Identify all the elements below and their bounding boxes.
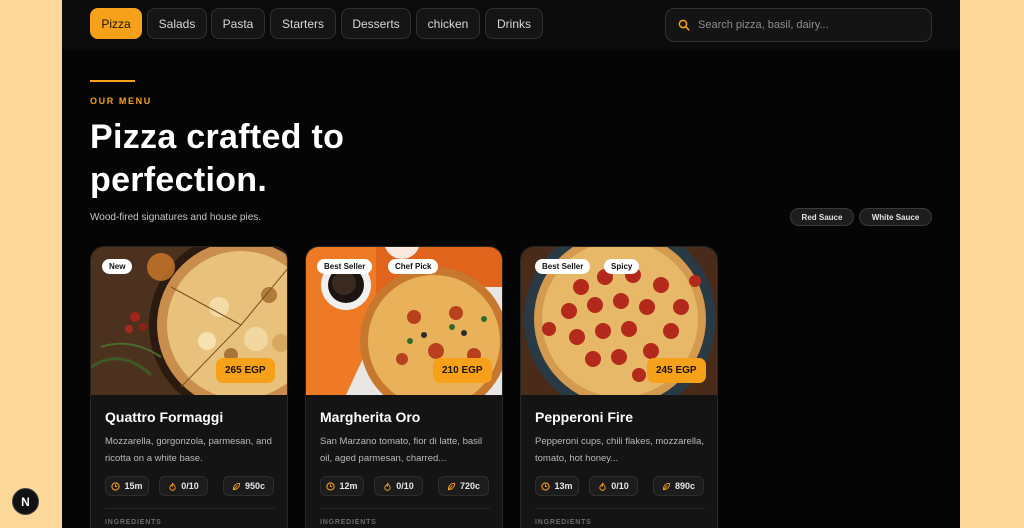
ingredients-label: INGREDIENTS	[320, 519, 377, 526]
category-tab-desserts[interactable]: Desserts	[341, 8, 411, 39]
badge-chef-pick: Chef Pick	[388, 259, 439, 274]
leaf-icon	[662, 482, 671, 490]
flame-icon	[384, 482, 391, 491]
card-divider	[105, 508, 275, 509]
clock-icon	[541, 481, 551, 491]
page-title-line-1: Pizza crafted to	[90, 118, 345, 156]
category-bar: Pizza Salads Pasta Starters Desserts chi…	[62, 0, 960, 50]
menu-card-margherita-oro[interactable]: Best Seller Chef Pick 210 EGP Margherita…	[305, 246, 503, 528]
calories-value: 950c	[244, 481, 266, 491]
spice-level: 0/10	[159, 476, 208, 496]
card-title: Margherita Oro	[320, 409, 421, 425]
badge-best-seller: Best Seller	[317, 259, 373, 274]
page-title: Pizza crafted to perfection.	[90, 116, 344, 202]
category-tab-chicken[interactable]: chicken	[416, 8, 480, 39]
card-divider	[320, 508, 490, 509]
section-eyebrow: OUR MENU	[90, 96, 152, 106]
spice-level: 0/10	[589, 476, 638, 496]
category-tab-drinks[interactable]: Drinks	[485, 8, 543, 39]
card-description: Mozzarella, gorgonzola, parmesan, and ri…	[105, 436, 272, 464]
ingredients-label: INGREDIENTS	[105, 519, 162, 526]
menu-card-quattro-formaggi[interactable]: New 265 EGP Quattro Formaggi Mozzarella,…	[90, 246, 288, 528]
card-title: Quattro Formaggi	[105, 409, 224, 425]
search-box[interactable]	[665, 8, 932, 42]
category-tab-salads[interactable]: Salads	[147, 8, 207, 39]
menu-page: Pizza Salads Pasta Starters Desserts chi…	[62, 0, 960, 528]
prep-time-value: 13m	[554, 481, 573, 491]
clock-icon	[326, 481, 336, 491]
prep-time: 12m	[320, 476, 364, 496]
page-title-line-2: perfection.	[90, 161, 268, 199]
search-icon	[678, 19, 690, 31]
card-title: Pepperoni Fire	[535, 409, 634, 425]
accent-divider	[90, 80, 135, 82]
filter-chip-red-sauce[interactable]: Red Sauce	[790, 208, 854, 226]
ingredients-label: INGREDIENTS	[535, 519, 592, 526]
flame-icon	[169, 482, 176, 491]
category-tab-starters[interactable]: Starters	[270, 8, 336, 39]
flame-icon	[599, 482, 606, 491]
card-description: San Marzano tomato, fior di latte, basil…	[320, 436, 483, 464]
search-input[interactable]	[698, 19, 908, 31]
category-tab-pizza[interactable]: Pizza	[90, 8, 142, 39]
prep-time-value: 12m	[339, 481, 358, 491]
menu-card-pepperoni-fire[interactable]: Best Seller Spicy 245 EGP Pepperoni Fire…	[520, 246, 718, 528]
leaf-icon	[232, 482, 241, 490]
price-tag: 265 EGP	[216, 358, 275, 383]
category-tab-pasta[interactable]: Pasta	[211, 8, 265, 39]
card-description: Pepperoni cups, chili flakes, mozzarella…	[535, 436, 704, 464]
dev-tools-button[interactable]: N	[12, 488, 39, 515]
spice-level-value: 0/10	[611, 481, 629, 491]
calories: 890c	[653, 476, 704, 496]
calories-value: 890c	[674, 481, 696, 491]
calories: 950c	[223, 476, 274, 496]
filter-chip-white-sauce[interactable]: White Sauce	[859, 208, 932, 226]
clock-icon	[111, 481, 121, 491]
spice-level-value: 0/10	[396, 481, 414, 491]
prep-time: 15m	[105, 476, 149, 496]
prep-time-value: 15m	[124, 481, 143, 491]
badge-best-seller: Best Seller	[535, 259, 591, 274]
card-divider	[535, 508, 705, 509]
calories: 720c	[438, 476, 489, 496]
spice-level: 0/10	[374, 476, 423, 496]
spice-level-value: 0/10	[181, 481, 199, 491]
price-tag: 245 EGP	[647, 358, 706, 383]
badge-new: New	[102, 259, 133, 274]
badge-spicy: Spicy	[604, 259, 640, 274]
calories-value: 720c	[459, 481, 481, 491]
price-tag: 210 EGP	[433, 358, 492, 383]
prep-time: 13m	[535, 476, 579, 496]
page-subtitle: Wood-fired signatures and house pies.	[90, 212, 262, 223]
leaf-icon	[447, 482, 456, 490]
